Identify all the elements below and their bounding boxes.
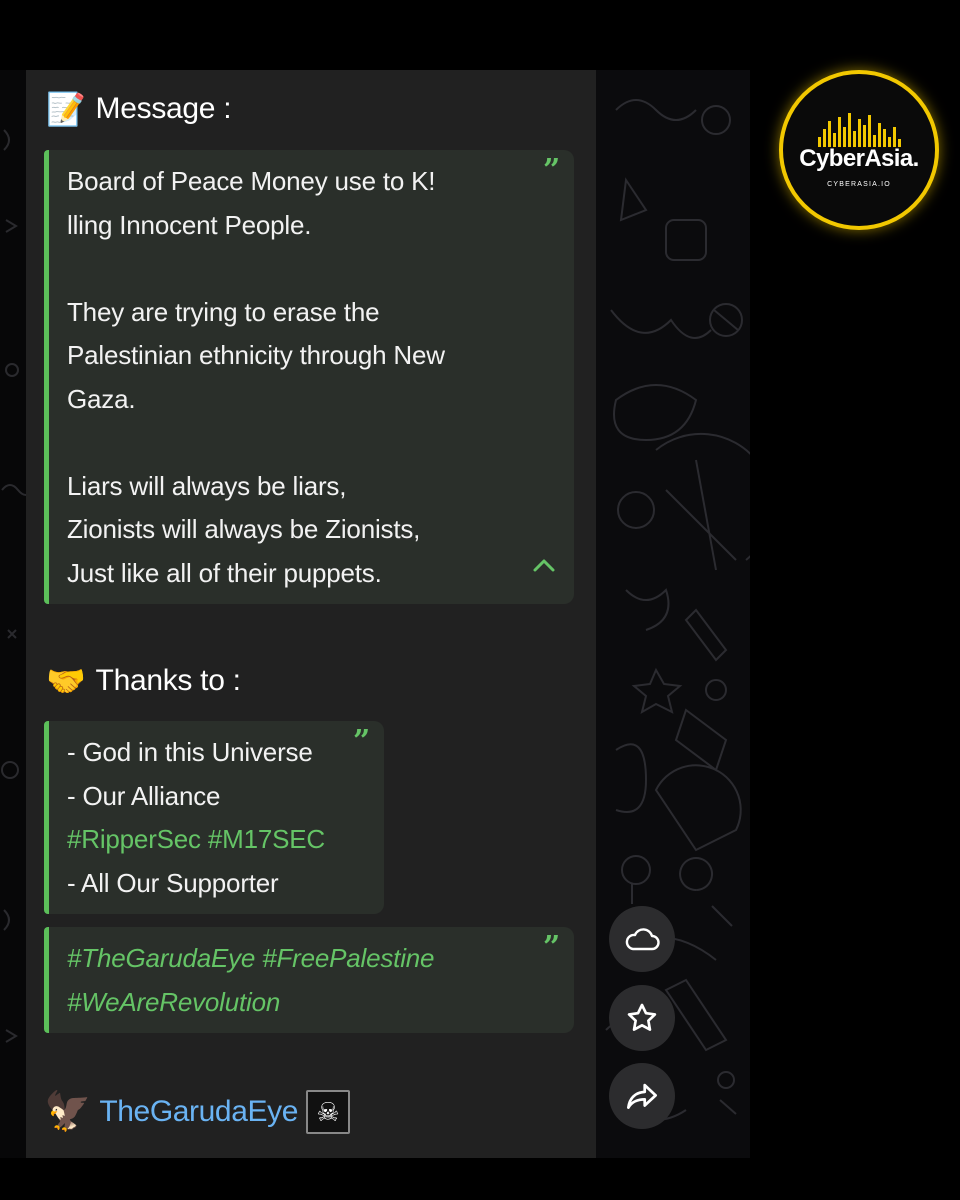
hashtag-quote-block[interactable]: ” #TheGarudaEye #FreePalestine #WeAreRev…	[44, 927, 574, 1033]
quote-icon: ”	[542, 153, 560, 188]
thanks-quote-block[interactable]: ” - God in this Universe - Our Alliance …	[44, 721, 384, 914]
message-heading: 📝 Message :	[46, 91, 232, 127]
share-icon	[627, 1083, 657, 1109]
share-button[interactable]	[609, 1063, 675, 1129]
sound-wave-icon	[817, 112, 901, 147]
memo-icon: 📝	[46, 91, 86, 127]
quote-line: - Our Alliance	[67, 780, 221, 811]
quote-line	[67, 247, 556, 291]
cyberasia-logo: CyberAsia. CYBERASIA.IO	[779, 70, 939, 230]
pirate-flag-icon: ☠	[305, 1090, 350, 1134]
quote-line: - God in this Universe	[67, 737, 313, 767]
quote-line: Just like all of their puppets.	[67, 557, 382, 588]
chat-wallpaper-left	[0, 70, 26, 1158]
quote-line: - All Our Supporter	[67, 867, 279, 898]
message-quote-block[interactable]: ” Board of Peace Money use to K! lling I…	[44, 150, 574, 604]
logo-brand: CyberAsia.	[799, 144, 919, 172]
signature: 🦅 TheGarudaEye ☠	[44, 1090, 350, 1134]
quote-line: They are trying to erase the	[67, 296, 380, 327]
quote-line: Liars will always be liars,	[67, 470, 347, 501]
eagle-icon: 🦅	[44, 1091, 92, 1133]
quote-line: Palestinian ethnicity through New	[67, 340, 445, 370]
quote-line: lling Innocent People.	[67, 209, 312, 240]
message-heading-label: Message :	[95, 92, 232, 125]
quote-icon: ”	[352, 724, 370, 759]
handshake-icon: 🤝	[46, 663, 86, 699]
hashtag-link[interactable]: #WeAreRevolution	[67, 981, 556, 1025]
hashtag-link[interactable]: #TheGarudaEye #FreePalestine	[67, 937, 556, 981]
quote-icon: ”	[542, 930, 560, 965]
chevron-up-icon[interactable]	[532, 543, 556, 587]
quote-line: Zionists will always be Zionists,	[67, 514, 421, 544]
signature-name[interactable]: TheGarudaEye	[99, 1095, 298, 1129]
favorite-button[interactable]	[609, 985, 675, 1051]
hashtag-link[interactable]: #RipperSec #M17SEC	[67, 818, 366, 862]
thanks-heading: 🤝 Thanks to :	[46, 664, 241, 698]
thanks-heading-label: Thanks to :	[95, 664, 241, 697]
quote-line: Board of Peace Money use to K!	[67, 166, 436, 196]
quote-line	[67, 421, 556, 465]
star-icon	[627, 1003, 657, 1031]
save-to-cloud-button[interactable]	[609, 906, 675, 972]
quote-line: Gaza.	[67, 383, 136, 414]
cloud-icon	[625, 928, 660, 951]
logo-site: CYBERASIA.IO	[827, 180, 891, 188]
